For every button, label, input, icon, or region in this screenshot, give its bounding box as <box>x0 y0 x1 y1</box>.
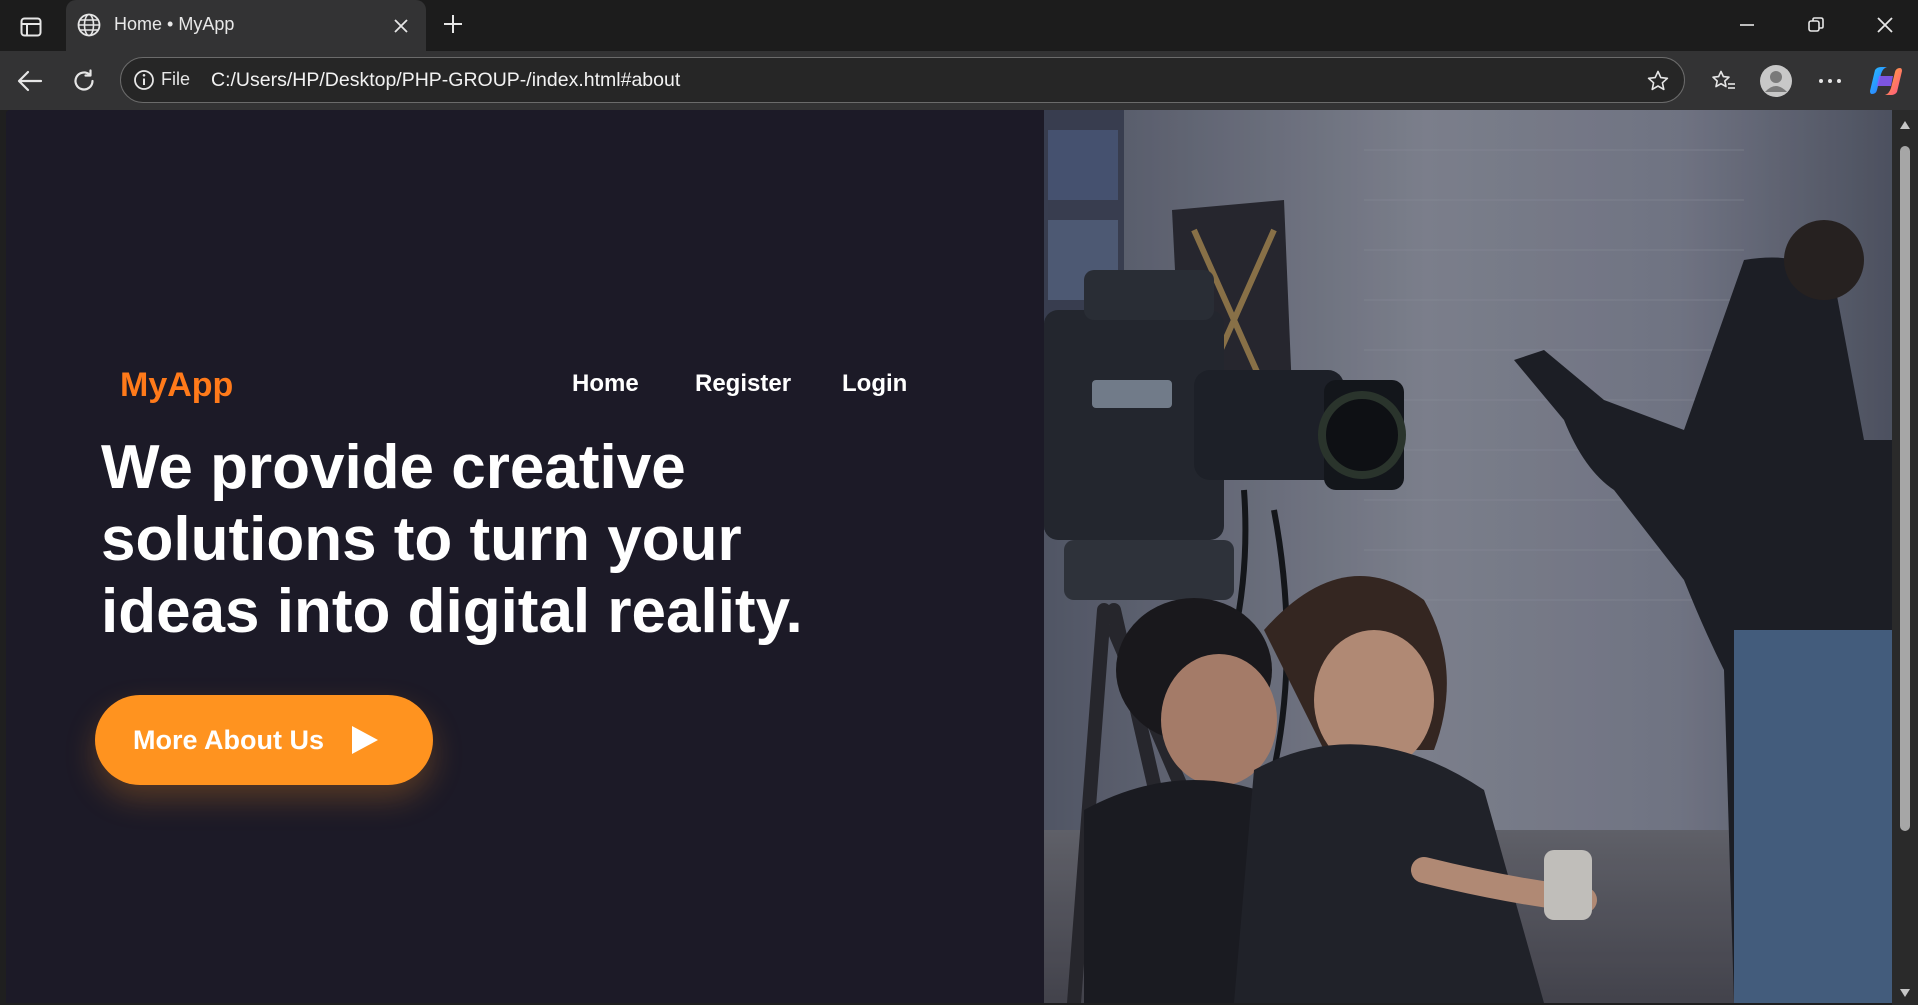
browser-tab-bar: Home • MyApp <box>0 0 1918 51</box>
page-scrollbar[interactable] <box>1892 110 1918 1005</box>
headline-line: We provide creative <box>101 433 686 502</box>
page-viewport: MyApp Home Register Login We provide cre… <box>6 110 1892 1003</box>
copilot-icon[interactable] <box>1868 63 1904 99</box>
avatar-icon[interactable] <box>1758 63 1794 99</box>
headline-line: ideas into digital reality. <box>101 577 803 646</box>
hero-headline: We provide creative solutions to turn yo… <box>101 432 921 648</box>
scroll-down-arrow-icon[interactable] <box>1898 986 1912 1000</box>
hero-content: MyApp Home Register Login We provide cre… <box>6 110 1044 1003</box>
nav-link-register[interactable]: Register <box>695 370 791 398</box>
tab-title: Home • MyApp <box>114 14 235 34</box>
nav-link-login[interactable]: Login <box>842 370 907 398</box>
plus-icon[interactable] <box>438 9 468 39</box>
reload-icon[interactable] <box>66 63 102 99</box>
browser-toolbar: File C:/Users/HP/Desktop/PHP-GROUP-/inde… <box>0 51 1918 110</box>
restore-icon[interactable] <box>1794 8 1838 42</box>
play-arrow-icon <box>352 726 378 754</box>
minimize-icon[interactable] <box>1725 8 1769 42</box>
back-arrow-icon[interactable] <box>12 63 48 99</box>
address-bar[interactable]: File C:/Users/HP/Desktop/PHP-GROUP-/inde… <box>120 57 1685 103</box>
brand-logo[interactable]: MyApp <box>120 366 233 405</box>
scroll-thumb[interactable] <box>1900 146 1910 831</box>
tab-actions-icon[interactable] <box>14 12 48 42</box>
url-text[interactable]: C:/Users/HP/Desktop/PHP-GROUP-/index.htm… <box>211 69 680 92</box>
headline-line: solutions to turn your <box>101 505 742 574</box>
cta-label: More About Us <box>133 724 324 755</box>
scheme-label: File <box>161 69 191 89</box>
close-icon[interactable] <box>388 13 414 39</box>
more-about-us-button[interactable]: More About Us <box>95 695 433 785</box>
star-icon[interactable] <box>1644 67 1672 95</box>
info-icon[interactable] <box>133 69 155 91</box>
hero-photo <box>1044 110 1892 1003</box>
nav-link-home[interactable]: Home <box>572 370 639 398</box>
close-window-icon[interactable] <box>1863 8 1907 42</box>
globe-icon <box>76 12 102 38</box>
scroll-up-arrow-icon[interactable] <box>1898 118 1912 132</box>
more-icon[interactable] <box>1812 63 1848 99</box>
favorites-icon[interactable] <box>1706 63 1742 99</box>
active-tab[interactable]: Home • MyApp <box>66 0 426 51</box>
